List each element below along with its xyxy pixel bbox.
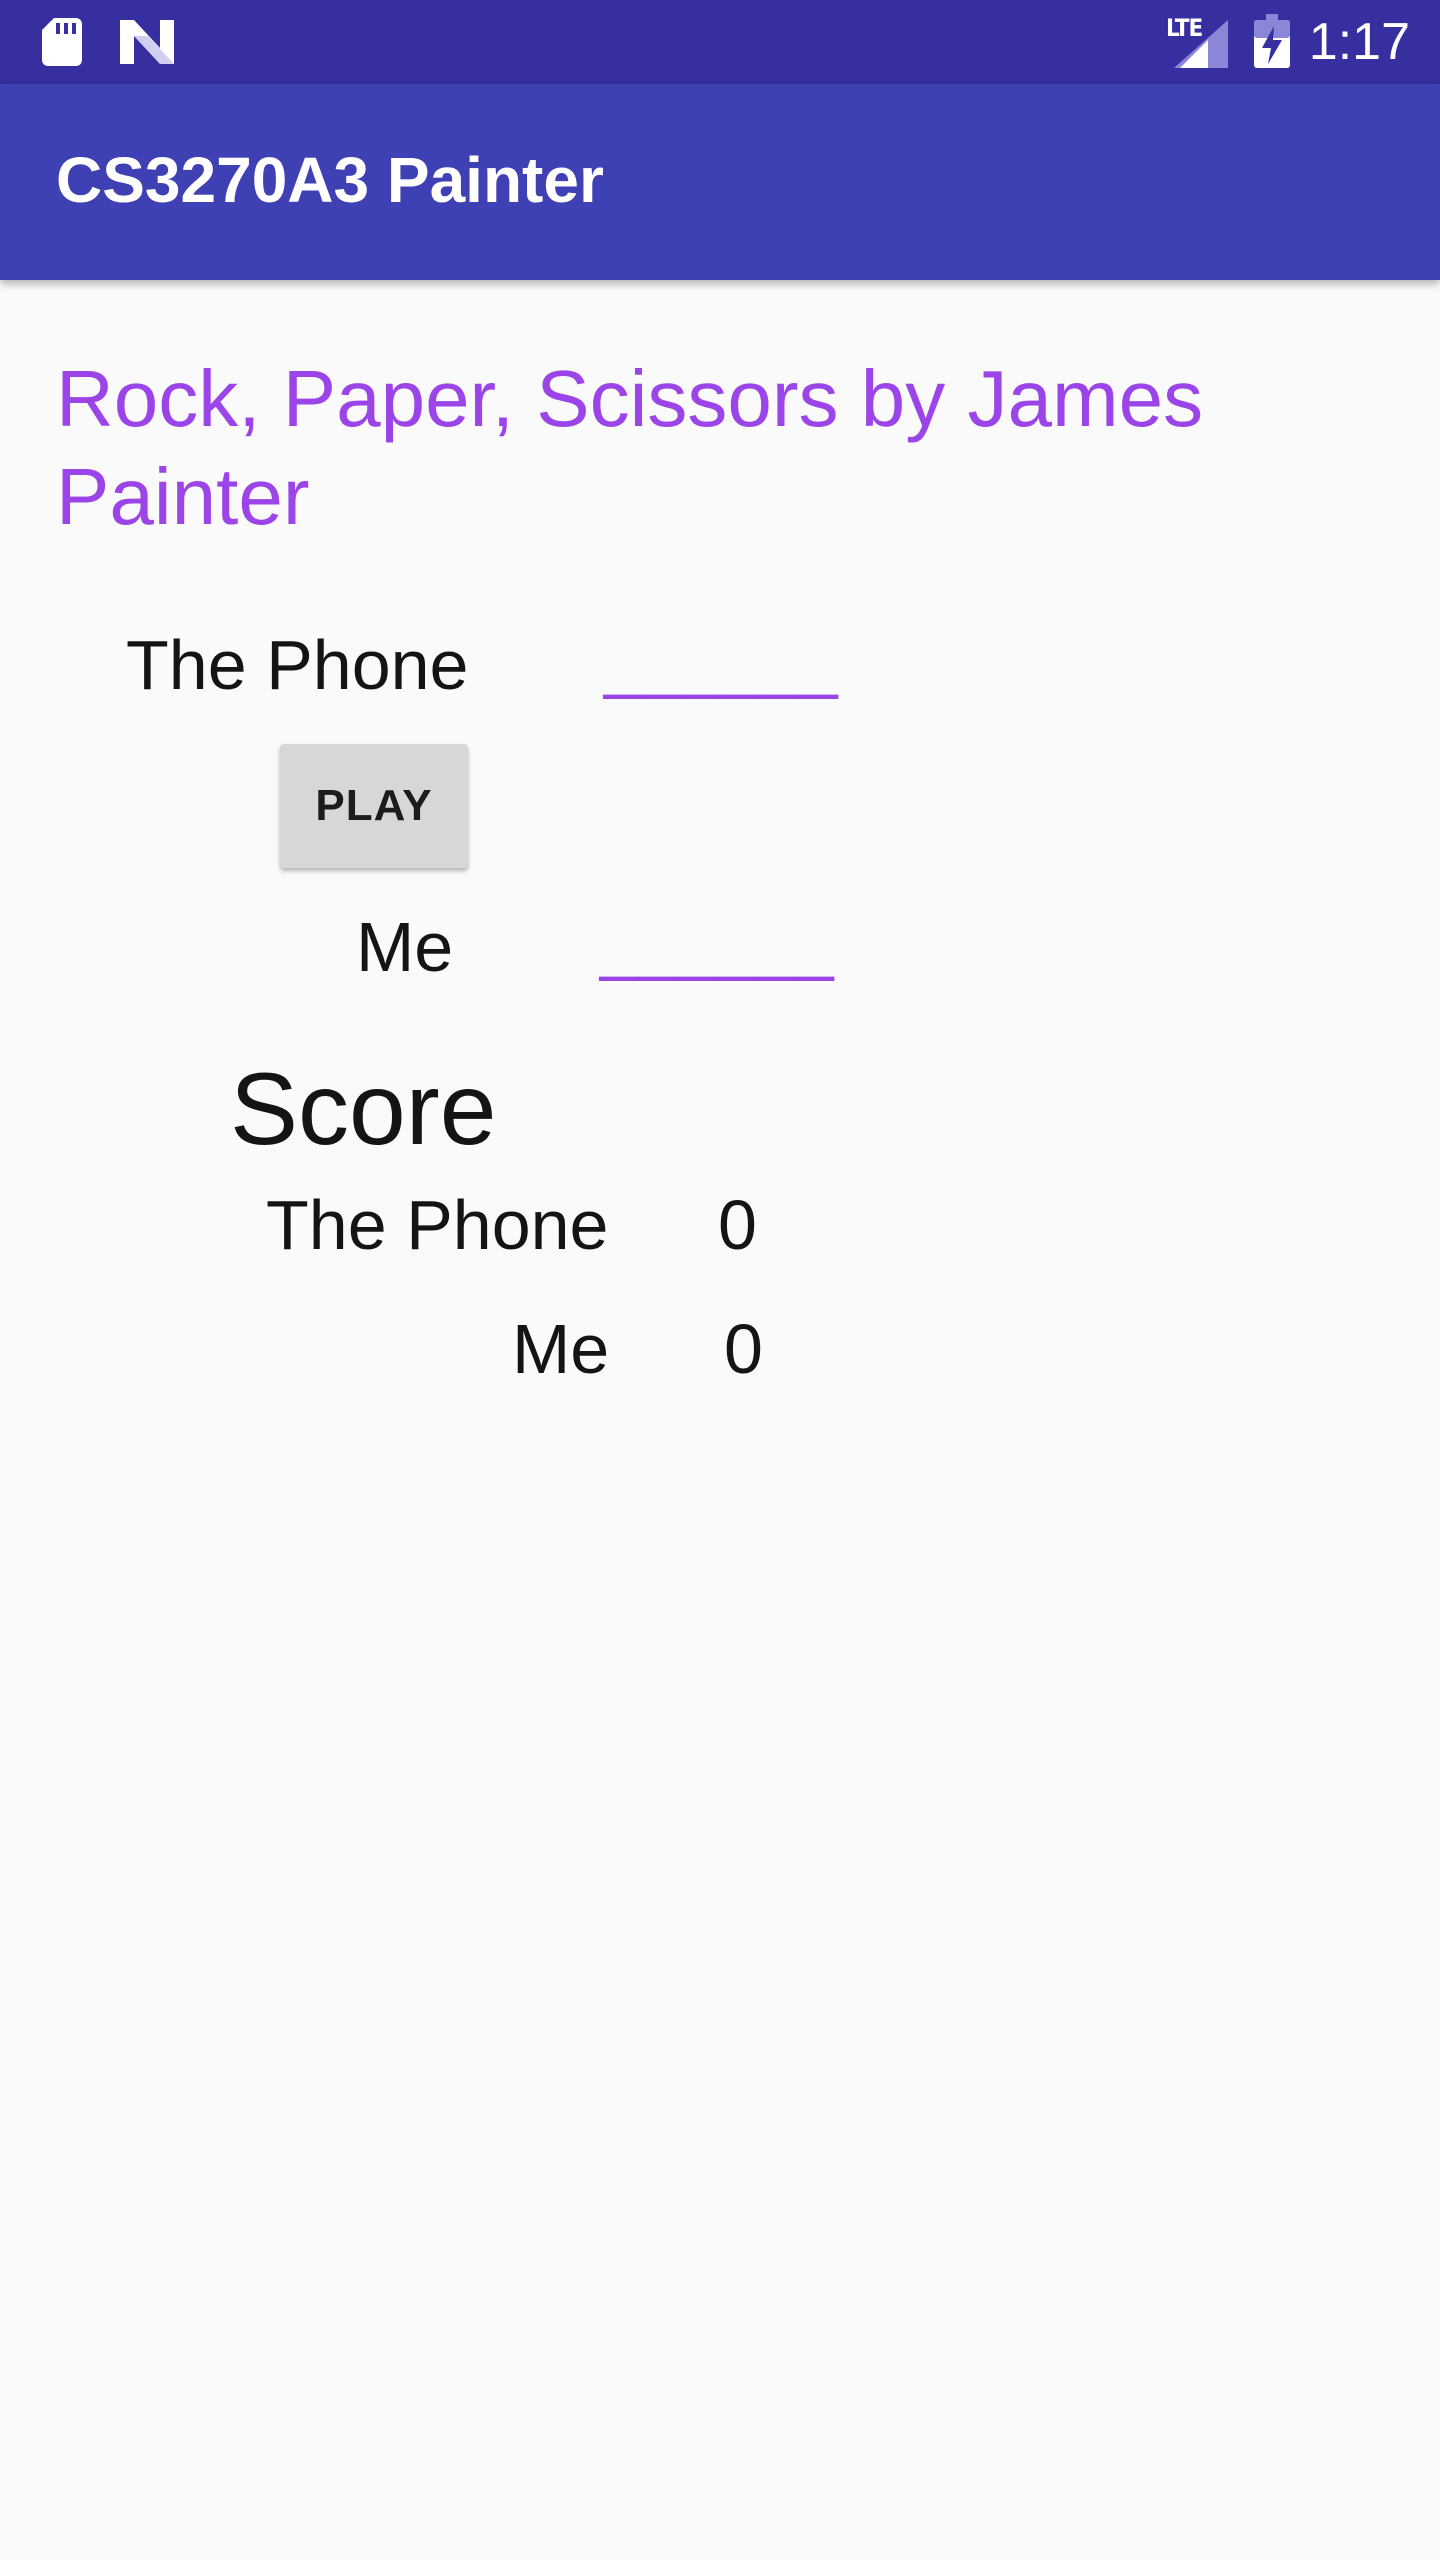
app-title: CS3270A3 Painter [56, 144, 604, 216]
score-me-label: Me [512, 1310, 610, 1388]
signal-icon [1174, 20, 1228, 68]
status-bar: LTE 1:17 [0, 0, 1440, 84]
score-phone-label: The Phone [266, 1186, 609, 1264]
battery-charging-icon [1254, 14, 1290, 68]
me-choice-value: ______ [600, 904, 834, 982]
score-phone-value: 0 [718, 1186, 757, 1264]
status-clock: 1:17 [1308, 13, 1410, 71]
phone-choice-value: ______ [604, 622, 838, 700]
n-logo-icon [120, 20, 174, 64]
score-title: Score [230, 1052, 497, 1166]
score-me-value: 0 [724, 1310, 763, 1388]
app-bar: CS3270A3 Painter [0, 84, 1440, 280]
sd-card-icon [42, 18, 82, 66]
play-button[interactable]: PLAY [280, 744, 468, 868]
phone-label: The Phone [126, 626, 469, 704]
me-label: Me [356, 908, 454, 986]
game-heading: Rock, Paper, Scissors by James Painter [56, 354, 1204, 541]
